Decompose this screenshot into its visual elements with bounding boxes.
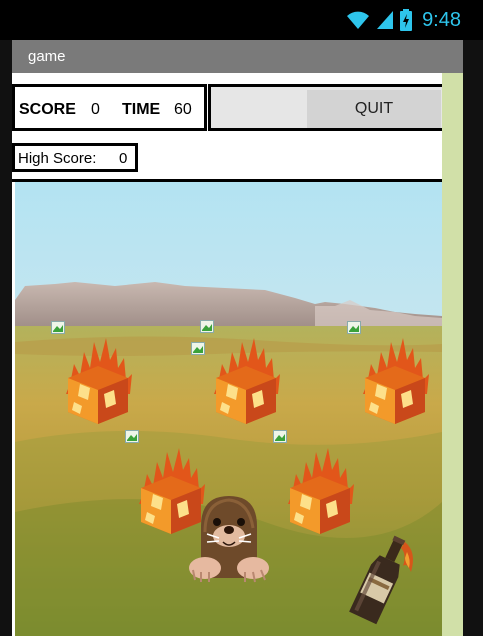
game-field[interactable] (15, 182, 442, 636)
broken-image-icon (347, 321, 361, 334)
broken-image-icon (200, 320, 214, 333)
high-score-panel: High Score: 0 (12, 143, 138, 172)
side-panel (442, 73, 463, 636)
high-score-value: 0 (119, 150, 128, 167)
score-label: SCORE (19, 101, 76, 118)
device-edge-left (0, 40, 12, 636)
score-panel: SCORE 0 TIME 60 (12, 84, 207, 131)
time-label: TIME (122, 101, 161, 118)
app-title-bar: game (12, 40, 463, 73)
score-value: 0 (91, 101, 100, 118)
broken-image-icon (51, 321, 65, 334)
quit-area: QUIT (208, 84, 442, 131)
bottle[interactable] (345, 532, 425, 632)
status-icons: 9:48 (346, 8, 461, 32)
wifi-icon (347, 11, 370, 29)
time-value: 60 (174, 101, 192, 118)
device-edge-right (463, 40, 483, 636)
broken-image-icon (191, 342, 205, 355)
broken-image-icon (273, 430, 287, 443)
mole[interactable] (183, 492, 275, 584)
battery-icon (400, 9, 413, 31)
status-clock: 9:48 (422, 8, 461, 31)
fire-block[interactable] (357, 334, 433, 424)
app-title: game (28, 48, 66, 65)
broken-image-icon (125, 430, 139, 443)
fire-block[interactable] (282, 444, 358, 534)
quit-button[interactable]: QUIT (307, 90, 441, 128)
high-score-label: High Score: (18, 150, 97, 167)
fire-block[interactable] (60, 334, 136, 424)
signal-icon (377, 11, 394, 29)
status-bar: 9:48 (0, 0, 483, 40)
fire-block[interactable] (208, 334, 284, 424)
